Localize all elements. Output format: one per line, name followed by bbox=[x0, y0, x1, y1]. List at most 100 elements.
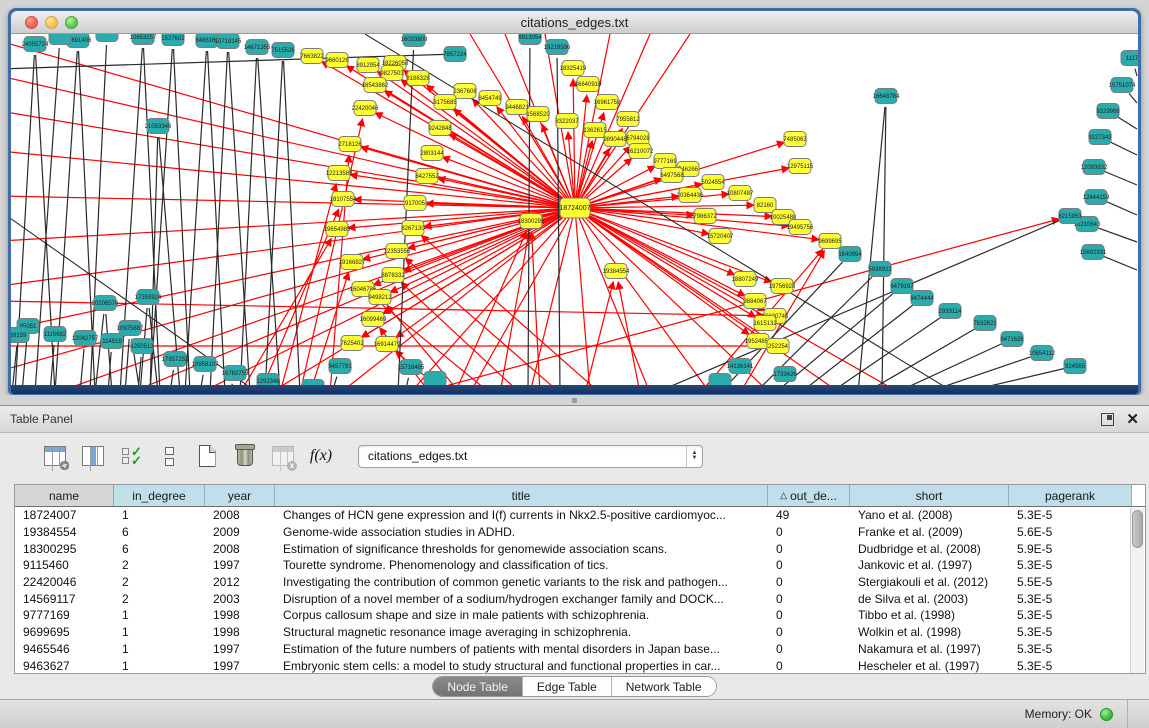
graph-node-2367608[interactable]: 2367608 bbox=[453, 84, 477, 99]
column-header-title[interactable]: title bbox=[275, 485, 768, 506]
column-header-name[interactable]: name bbox=[15, 485, 114, 506]
graph-node[interactable] bbox=[424, 372, 446, 386]
graph-node-16782759[interactable]: 16782759 bbox=[222, 366, 249, 381]
graph-node-9474444[interactable]: 9474444 bbox=[910, 291, 934, 306]
graph-node-9890448[interactable]: 9890448 bbox=[603, 132, 627, 147]
table-columns-icon[interactable] bbox=[78, 442, 108, 470]
graph-node-14671355[interactable]: 14671355 bbox=[244, 40, 271, 55]
graph-node-22420046[interactable]: 22420046 bbox=[352, 101, 379, 116]
graph-node-7955812[interactable]: 7955812 bbox=[616, 112, 640, 127]
graph-node-15716485[interactable]: 15716485 bbox=[398, 360, 425, 375]
graph-node-12093832[interactable]: 12093832 bbox=[1081, 160, 1108, 175]
close-panel-icon[interactable]: ✕ bbox=[1126, 413, 1139, 426]
row-height-icon[interactable] bbox=[154, 442, 184, 470]
panel-splitter[interactable] bbox=[0, 395, 1149, 405]
graph-node-12042757[interactable]: 12042757 bbox=[72, 331, 99, 346]
graph-node-12213589[interactable]: 12213589 bbox=[326, 166, 353, 181]
graph-node-16543862[interactable]: 16543862 bbox=[362, 78, 389, 93]
graph-node-1117[interactable]: 1117 bbox=[1121, 51, 1138, 66]
graph-node-19495756[interactable]: 19495756 bbox=[787, 220, 814, 235]
graph-node-19654985[interactable]: 19654985 bbox=[324, 222, 351, 237]
graph-node-2718126[interactable]: 2718126 bbox=[338, 137, 362, 152]
table-row[interactable]: 1938455462009Genome-wide association stu… bbox=[15, 524, 1145, 541]
graph-node-19384554[interactable]: 19384554 bbox=[603, 264, 630, 279]
delete-icon[interactable] bbox=[230, 442, 260, 470]
graph-node-9329966[interactable]: 9329966 bbox=[1096, 104, 1120, 119]
graph-node-9245012[interactable]: 9245012 bbox=[301, 380, 325, 386]
graph-node-8454749[interactable]: 8454749 bbox=[478, 91, 502, 106]
graph-node-9242848[interactable]: 9242848 bbox=[428, 121, 452, 136]
graph-node-12975115[interactable]: 12975115 bbox=[787, 159, 814, 174]
graph-node-3175685[interactable]: 3175685 bbox=[433, 95, 457, 110]
graph-node-20206576[interactable]: 20206576 bbox=[92, 296, 119, 311]
graph-node-16914479[interactable]: 16914479 bbox=[374, 337, 401, 352]
graph-node-82160[interactable]: 82160 bbox=[754, 198, 776, 213]
tab-edge-table[interactable]: Edge Table bbox=[523, 677, 612, 696]
graph-node-1615132[interactable]: 1615132 bbox=[753, 316, 777, 331]
new-file-icon[interactable] bbox=[192, 442, 222, 470]
graph-node-16640910[interactable]: 16640910 bbox=[575, 77, 602, 92]
graph-node-19756928[interactable]: 19756928 bbox=[769, 279, 796, 294]
graph-node-12353556[interactable]: 12353556 bbox=[384, 244, 411, 259]
graph-node-19166827[interactable]: 19166827 bbox=[339, 255, 366, 270]
table-scrollbar[interactable] bbox=[1130, 508, 1144, 673]
graph-node-16099469[interactable]: 16099469 bbox=[360, 312, 387, 327]
graph-node-16648784[interactable]: 16648784 bbox=[873, 89, 900, 104]
close-window-button[interactable] bbox=[25, 16, 38, 29]
graph-node-24055724[interactable]: 24055724 bbox=[22, 37, 49, 52]
table-row[interactable]: 977716911998Corpus callosum shape and si… bbox=[15, 607, 1145, 624]
table-select-dropdown[interactable]: citations_edges.txt ▲▼ bbox=[358, 445, 703, 468]
column-header-pagerank[interactable]: pagerank bbox=[1009, 485, 1132, 506]
table-settings-icon[interactable] bbox=[40, 442, 70, 470]
graph-node-39159[interactable]: 39159 bbox=[11, 328, 29, 343]
graph-node-2933114[interactable]: 2933114 bbox=[939, 304, 963, 319]
graph-node-8471626[interactable]: 8471626 bbox=[1000, 332, 1024, 347]
graph-node-7857224[interactable]: 7857224 bbox=[443, 47, 467, 62]
dropdown-stepper-icon[interactable]: ▲▼ bbox=[686, 446, 702, 467]
float-panel-icon[interactable] bbox=[1101, 413, 1114, 426]
graph-node[interactable] bbox=[49, 34, 71, 45]
graph-node-18325419[interactable]: 18325419 bbox=[560, 61, 587, 76]
graph-node-12444159[interactable]: 12444159 bbox=[1083, 190, 1110, 205]
graph-node-8186328[interactable]: 8186328 bbox=[406, 71, 430, 86]
import-table-icon[interactable]: x bbox=[268, 442, 298, 470]
graph-node-9660126[interactable]: 9660126 bbox=[325, 53, 349, 68]
graph-node-7515526[interactable]: 7515526 bbox=[271, 43, 295, 58]
graph-node-18724007[interactable]: 18724007 bbox=[559, 198, 590, 218]
network-canvas[interactable]: 2405572420691406106532571527602846616010… bbox=[11, 34, 1138, 385]
graph-node-1115682[interactable]: 1115682 bbox=[44, 327, 67, 342]
graph-node-924565[interactable]: 924565 bbox=[1064, 359, 1086, 374]
tab-network-table[interactable]: Network Table bbox=[612, 677, 716, 696]
graph-node-7986372[interactable]: 7986372 bbox=[693, 209, 717, 224]
network-graph[interactable]: 2405572420691406106532571527602846616010… bbox=[11, 34, 1138, 385]
graph-node-15751074[interactable]: 15751074 bbox=[1109, 78, 1136, 93]
graph-node-8912954[interactable]: 8912954 bbox=[356, 58, 380, 73]
graph-node-20364436[interactable]: 20364436 bbox=[677, 188, 704, 203]
graph-node-7663822[interactable]: 7663822 bbox=[300, 49, 324, 64]
column-header-in_degree[interactable]: in_degree bbox=[114, 485, 205, 506]
graph-node-10975887[interactable]: 10975887 bbox=[117, 321, 144, 336]
graph-node-1292346[interactable]: 1292346 bbox=[256, 374, 280, 386]
graph-node-1640954[interactable]: 1640954 bbox=[838, 247, 862, 262]
table-row[interactable]: 1830029562008Estimation of significance … bbox=[15, 540, 1145, 557]
graph-node-6479197[interactable]: 6479197 bbox=[890, 279, 914, 294]
table-row[interactable]: 1872400712008Changes of HCN gene express… bbox=[15, 507, 1145, 524]
graph-node-6497568[interactable]: 6497568 bbox=[660, 168, 684, 183]
graph-node-5938923[interactable]: 5938923 bbox=[868, 262, 892, 277]
graph-node-1568520[interactable]: 1568520 bbox=[526, 107, 550, 122]
graph-node-19218596[interactable]: 19218596 bbox=[544, 40, 571, 55]
column-header-out_de[interactable]: △out_de... bbox=[768, 485, 850, 506]
graph-node-7632621[interactable]: 7632621 bbox=[973, 316, 997, 331]
zoom-window-button[interactable] bbox=[65, 16, 78, 29]
graph-node-17359924[interactable]: 17359924 bbox=[135, 290, 162, 305]
table-row[interactable]: 946554611997Estimation of the future num… bbox=[15, 641, 1145, 658]
graph-node-9777169[interactable]: 9777169 bbox=[653, 154, 677, 169]
graph-node-16961758[interactable]: 16961758 bbox=[594, 95, 621, 110]
graph-node-7625402[interactable]: 7625402 bbox=[340, 336, 364, 351]
graph-node-1250513[interactable]: 1250513 bbox=[130, 339, 154, 354]
table-row[interactable]: 1456911722003Disruption of a novel membe… bbox=[15, 590, 1145, 607]
scrollbar-thumb[interactable] bbox=[1132, 510, 1143, 548]
select-columns-icon[interactable]: ✓✓ bbox=[116, 442, 146, 470]
graph-node-8215953[interactable]: 8215953 bbox=[1058, 209, 1082, 224]
graph-node-8267130[interactable]: 8267130 bbox=[401, 221, 425, 236]
